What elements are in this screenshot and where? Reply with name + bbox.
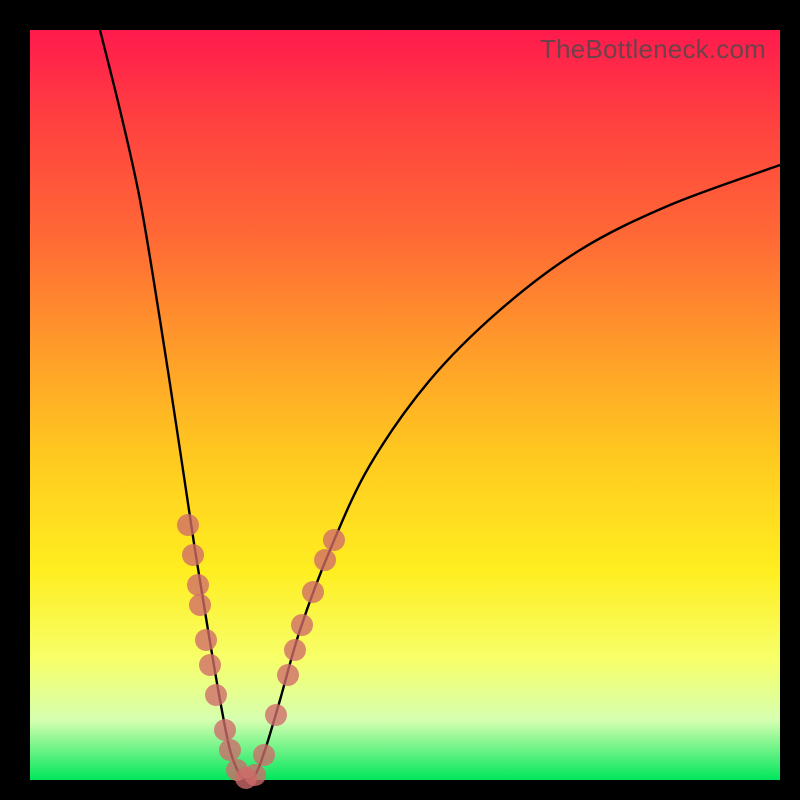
marker-group bbox=[177, 514, 345, 789]
data-marker bbox=[291, 614, 313, 636]
data-marker bbox=[182, 544, 204, 566]
data-marker bbox=[195, 629, 217, 651]
data-marker bbox=[219, 739, 241, 761]
curve-svg bbox=[30, 30, 780, 780]
data-marker bbox=[189, 594, 211, 616]
data-marker bbox=[177, 514, 199, 536]
data-marker bbox=[244, 764, 266, 786]
data-marker bbox=[265, 704, 287, 726]
data-marker bbox=[314, 549, 336, 571]
data-marker bbox=[302, 581, 324, 603]
data-marker bbox=[214, 719, 236, 741]
data-marker bbox=[199, 654, 221, 676]
data-marker bbox=[323, 529, 345, 551]
data-marker bbox=[277, 664, 299, 686]
data-marker bbox=[284, 639, 306, 661]
chart-frame: TheBottleneck.com bbox=[0, 0, 800, 800]
data-marker bbox=[187, 574, 209, 596]
data-marker bbox=[253, 744, 275, 766]
watermark-text: TheBottleneck.com bbox=[540, 34, 766, 65]
gradient-plot-area: TheBottleneck.com bbox=[30, 30, 780, 780]
data-marker bbox=[205, 684, 227, 706]
